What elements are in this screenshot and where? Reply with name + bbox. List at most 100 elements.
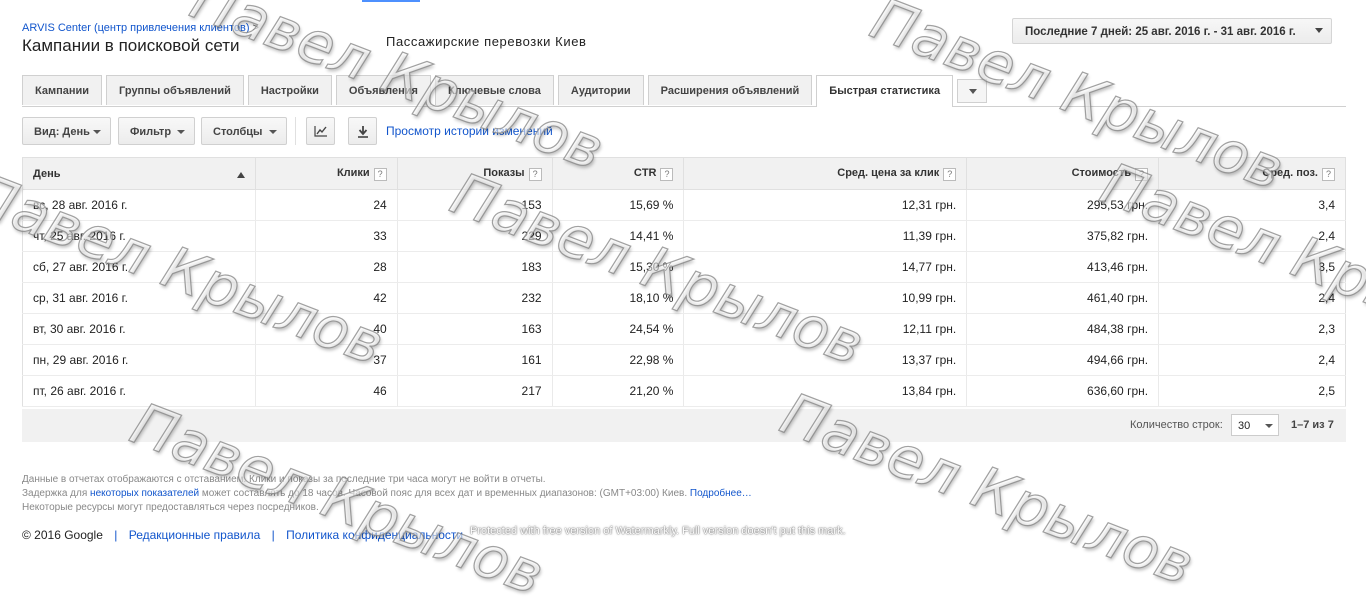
note-line-3: Некоторые ресурсы могут предоставляться …	[22, 502, 319, 513]
tab-audiences[interactable]: Аудитории	[557, 75, 644, 105]
table-row: сб, 27 авг. 2016 г. 28 183 15,30 % 14,77…	[22, 251, 1346, 283]
more-tabs-button[interactable]	[957, 79, 988, 103]
column-header-ctr[interactable]: CTR?	[551, 157, 685, 190]
cell-ctr: 14,41 %	[552, 220, 685, 252]
column-header-avg-position[interactable]: Сред. поз.?	[1158, 157, 1346, 190]
chevron-down-icon	[1265, 424, 1273, 428]
cell-clicks: 40	[255, 313, 398, 345]
date-range-label: Последние 7 дней: 25 авг. 2016 г. - 31 а…	[1025, 26, 1296, 38]
cell-clicks: 37	[255, 344, 398, 376]
cell-avg-cpc: 14,77 грн.	[683, 251, 968, 283]
cell-day: ср, 31 авг. 2016 г.	[22, 282, 256, 314]
tab-settings[interactable]: Настройки	[247, 75, 332, 105]
cell-ctr: 21,20 %	[552, 375, 685, 407]
cell-impressions: 229	[397, 220, 553, 252]
footer-divider: |	[271, 528, 275, 542]
note-text: Задержка для	[22, 488, 91, 499]
tabs-divider	[22, 106, 1346, 107]
page-title: Кампании в поисковой сети	[22, 36, 240, 55]
cell-ctr: 22,98 %	[552, 344, 685, 376]
help-icon[interactable]: ?	[373, 167, 387, 181]
cell-ctr: 24,54 %	[552, 313, 685, 345]
table-row: чт, 25 авг. 2016 г. 33 229 14,41 % 11,39…	[22, 220, 1346, 252]
pagination-range: 1–7 из 7	[1291, 419, 1334, 431]
cell-avg-cpc: 10,99 грн.	[683, 282, 968, 314]
sort-ascending-icon	[236, 171, 245, 178]
cell-avg-cpc: 12,11 грн.	[683, 313, 968, 345]
columns-button[interactable]: Столбцы	[201, 117, 287, 145]
cell-clicks: 33	[255, 220, 398, 252]
column-header-avg-cpc[interactable]: Сред. цена за клик?	[683, 157, 968, 190]
cell-cost: 461,40 грн.	[966, 282, 1160, 314]
cell-cost: 636,60 грн.	[966, 375, 1160, 407]
cell-avg-cpc: 11,39 грн.	[683, 220, 968, 252]
view-button[interactable]: Вид: День	[22, 117, 111, 145]
cell-impressions: 161	[397, 344, 553, 376]
column-header-label: Сред. цена за клик	[837, 166, 940, 179]
toolbar-divider	[295, 117, 296, 145]
column-header-label: CTR	[633, 166, 657, 179]
tab-ad-extensions[interactable]: Расширения объявлений	[647, 75, 813, 105]
breadcrumb-account[interactable]: ARVIS Center (центр привлечения клиентов…	[22, 22, 249, 34]
learn-more-link[interactable]: Подробнее…	[690, 488, 752, 499]
cell-day: пн, 29 авг. 2016 г.	[22, 344, 256, 376]
column-header-label: Клики	[336, 166, 370, 179]
cell-avg-position: 2,4	[1158, 344, 1346, 376]
cell-avg-cpc: 13,37 грн.	[683, 344, 968, 376]
cell-cost: 295,53 грн.	[966, 189, 1160, 221]
cell-cost: 375,82 грн.	[966, 220, 1160, 252]
chevron-down-icon	[969, 89, 978, 94]
help-icon[interactable]: ?	[943, 167, 957, 181]
help-icon[interactable]: ?	[1322, 167, 1335, 181]
editorial-policy-link[interactable]: Редакционные правила	[129, 528, 261, 542]
change-history-link[interactable]: Просмотр истории изменений	[386, 124, 553, 138]
tab-keywords[interactable]: Ключевые слова	[434, 75, 554, 105]
stats-table: День Клики? Показы? CTR? Сред. цена за к…	[22, 157, 1346, 407]
rows-per-page-label: Количество строк:	[1130, 419, 1223, 431]
breadcrumb[interactable]: ARVIS Center (центр привлечения клиентов…	[22, 22, 259, 34]
filter-button[interactable]: Фильтр	[118, 117, 195, 145]
column-header-label: Стоимость	[1071, 166, 1132, 179]
chevron-down-icon	[177, 130, 185, 134]
column-header-day[interactable]: День	[22, 157, 256, 190]
cell-cost: 494,66 грн.	[966, 344, 1160, 376]
column-header-impressions[interactable]: Показы?	[396, 157, 553, 190]
cell-cost: 484,38 грн.	[966, 313, 1160, 345]
campaign-name: Пассажирские перевозки Киев	[386, 34, 587, 49]
cell-impressions: 217	[397, 375, 553, 407]
note-line-1: Данные в отчетах отображаются с отставан…	[22, 474, 546, 485]
cell-avg-position: 2,4	[1158, 220, 1346, 252]
help-icon[interactable]: ?	[1135, 167, 1149, 181]
tab-ad-groups[interactable]: Группы объявлений	[106, 75, 244, 105]
chevron-down-icon	[1315, 28, 1323, 33]
cell-ctr: 15,30 %	[552, 251, 685, 283]
help-icon[interactable]: ?	[660, 167, 674, 181]
rows-per-page-select[interactable]: 30	[1231, 414, 1279, 436]
cell-avg-position: 2,5	[1158, 375, 1346, 407]
copyright-text: © 2016 Google	[22, 528, 103, 542]
privacy-policy-link[interactable]: Политика конфиденциальности	[286, 528, 463, 542]
cell-impressions: 153	[397, 189, 553, 221]
chart-button[interactable]	[306, 117, 335, 145]
column-header-cost[interactable]: Стоимость?	[966, 157, 1160, 190]
watermark-notice: Protected with free version of Watermark…	[470, 525, 846, 537]
table-row: вт, 30 авг. 2016 г. 40 163 24,54 % 12,11…	[22, 313, 1346, 345]
cell-day: сб, 27 авг. 2016 г.	[22, 251, 256, 283]
cell-clicks: 24	[255, 189, 398, 221]
date-range-selector[interactable]: Последние 7 дней: 25 авг. 2016 г. - 31 а…	[1012, 18, 1332, 44]
cell-avg-cpc: 12,31 грн.	[683, 189, 968, 221]
tab-ads[interactable]: Объявления	[335, 75, 431, 105]
column-header-clicks[interactable]: Клики?	[254, 157, 398, 190]
download-button[interactable]	[348, 117, 377, 145]
cell-avg-position: 3,4	[1158, 189, 1346, 221]
cell-day: пт, 26 авг. 2016 г.	[22, 375, 256, 407]
some-metrics-link[interactable]: некоторых показателей	[90, 488, 199, 499]
note-text: может составлять до 18 часов. Часовой по…	[199, 488, 690, 499]
cell-avg-position: 2,3	[1158, 313, 1346, 345]
table-header-row: День Клики? Показы? CTR? Сред. цена за к…	[22, 157, 1346, 190]
table-row: пн, 29 авг. 2016 г. 37 161 22,98 % 13,37…	[22, 344, 1346, 376]
tab-campaigns[interactable]: Кампании	[22, 75, 103, 105]
tab-quick-stats[interactable]: Быстрая статистика	[816, 75, 954, 107]
help-icon[interactable]: ?	[528, 167, 542, 181]
cell-impressions: 183	[397, 251, 553, 283]
